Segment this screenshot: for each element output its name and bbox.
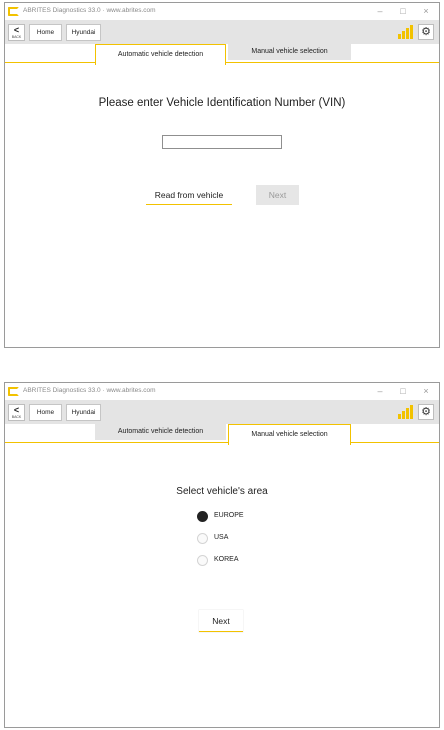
tab-automatic-detection[interactable]: Automatic vehicle detection	[95, 44, 226, 65]
maximize-button[interactable]: □	[396, 5, 410, 17]
tab-automatic-detection[interactable]: Automatic vehicle detection	[95, 424, 226, 440]
settings-gear-icon[interactable]: ⚙	[418, 24, 434, 40]
signal-strength-icon	[398, 405, 415, 419]
toolbar: < BACK Home Hyundai ⚙	[5, 20, 439, 44]
close-button[interactable]: ×	[419, 385, 433, 397]
radio-option-usa[interactable]: USA	[197, 532, 277, 546]
back-label: BACK	[11, 35, 22, 39]
radio-button-checked[interactable]	[197, 511, 208, 522]
breadcrumb-hyundai[interactable]: Hyundai	[66, 404, 101, 421]
tab-manual-selection[interactable]: Manual vehicle selection	[228, 424, 351, 445]
minimize-button[interactable]: –	[373, 385, 387, 397]
window-title: ABRITES Diagnostics 33.0 · www.abrites.c…	[23, 7, 156, 14]
title-bar: ABRITES Diagnostics 33.0 · www.abrites.c…	[5, 383, 439, 400]
app-window-area: ABRITES Diagnostics 33.0 · www.abrites.c…	[4, 382, 440, 728]
radio-button[interactable]	[197, 555, 208, 566]
vin-input[interactable]	[162, 135, 282, 149]
abrites-logo-icon	[8, 7, 19, 16]
title-bar: ABRITES Diagnostics 33.0 · www.abrites.c…	[5, 3, 439, 20]
area-panel: Select vehicle's area EUROPE USA KOREA N…	[5, 444, 439, 727]
back-label: BACK	[11, 415, 22, 419]
breadcrumb-home[interactable]: Home	[29, 404, 62, 421]
settings-gear-icon[interactable]: ⚙	[418, 404, 434, 420]
tab-manual-selection[interactable]: Manual vehicle selection	[228, 44, 351, 60]
close-button[interactable]: ×	[419, 5, 433, 17]
minimize-button[interactable]: –	[373, 5, 387, 17]
radio-option-europe[interactable]: EUROPE	[197, 510, 277, 524]
maximize-button[interactable]: □	[396, 385, 410, 397]
signal-strength-icon	[398, 25, 415, 39]
radio-option-korea[interactable]: KOREA	[197, 554, 277, 568]
back-button[interactable]: < BACK	[8, 24, 25, 41]
vin-panel: Please enter Vehicle Identification Numb…	[5, 64, 439, 347]
breadcrumb-hyundai[interactable]: Hyundai	[66, 24, 101, 41]
radio-label: USA	[214, 534, 229, 541]
area-heading: Select vehicle's area	[176, 486, 268, 497]
radio-label: EUROPE	[214, 512, 244, 519]
abrites-logo-icon	[8, 387, 19, 396]
breadcrumb-home[interactable]: Home	[29, 24, 62, 41]
toolbar: < BACK Home Hyundai ⚙	[5, 400, 439, 424]
window-title: ABRITES Diagnostics 33.0 · www.abrites.c…	[23, 387, 156, 394]
vin-heading: Please enter Vehicle Identification Numb…	[98, 97, 346, 109]
tab-bar: Automatic vehicle detection Manual vehic…	[5, 424, 439, 445]
next-button[interactable]: Next	[199, 610, 243, 632]
radio-label: KOREA	[214, 556, 239, 563]
app-window-vin: ABRITES Diagnostics 33.0 · www.abrites.c…	[4, 2, 440, 348]
next-button-disabled: Next	[256, 185, 299, 205]
radio-button[interactable]	[197, 533, 208, 544]
read-from-vehicle-button[interactable]: Read from vehicle	[146, 185, 232, 205]
tab-bar: Automatic vehicle detection Manual vehic…	[5, 44, 439, 65]
back-button[interactable]: < BACK	[8, 404, 25, 421]
